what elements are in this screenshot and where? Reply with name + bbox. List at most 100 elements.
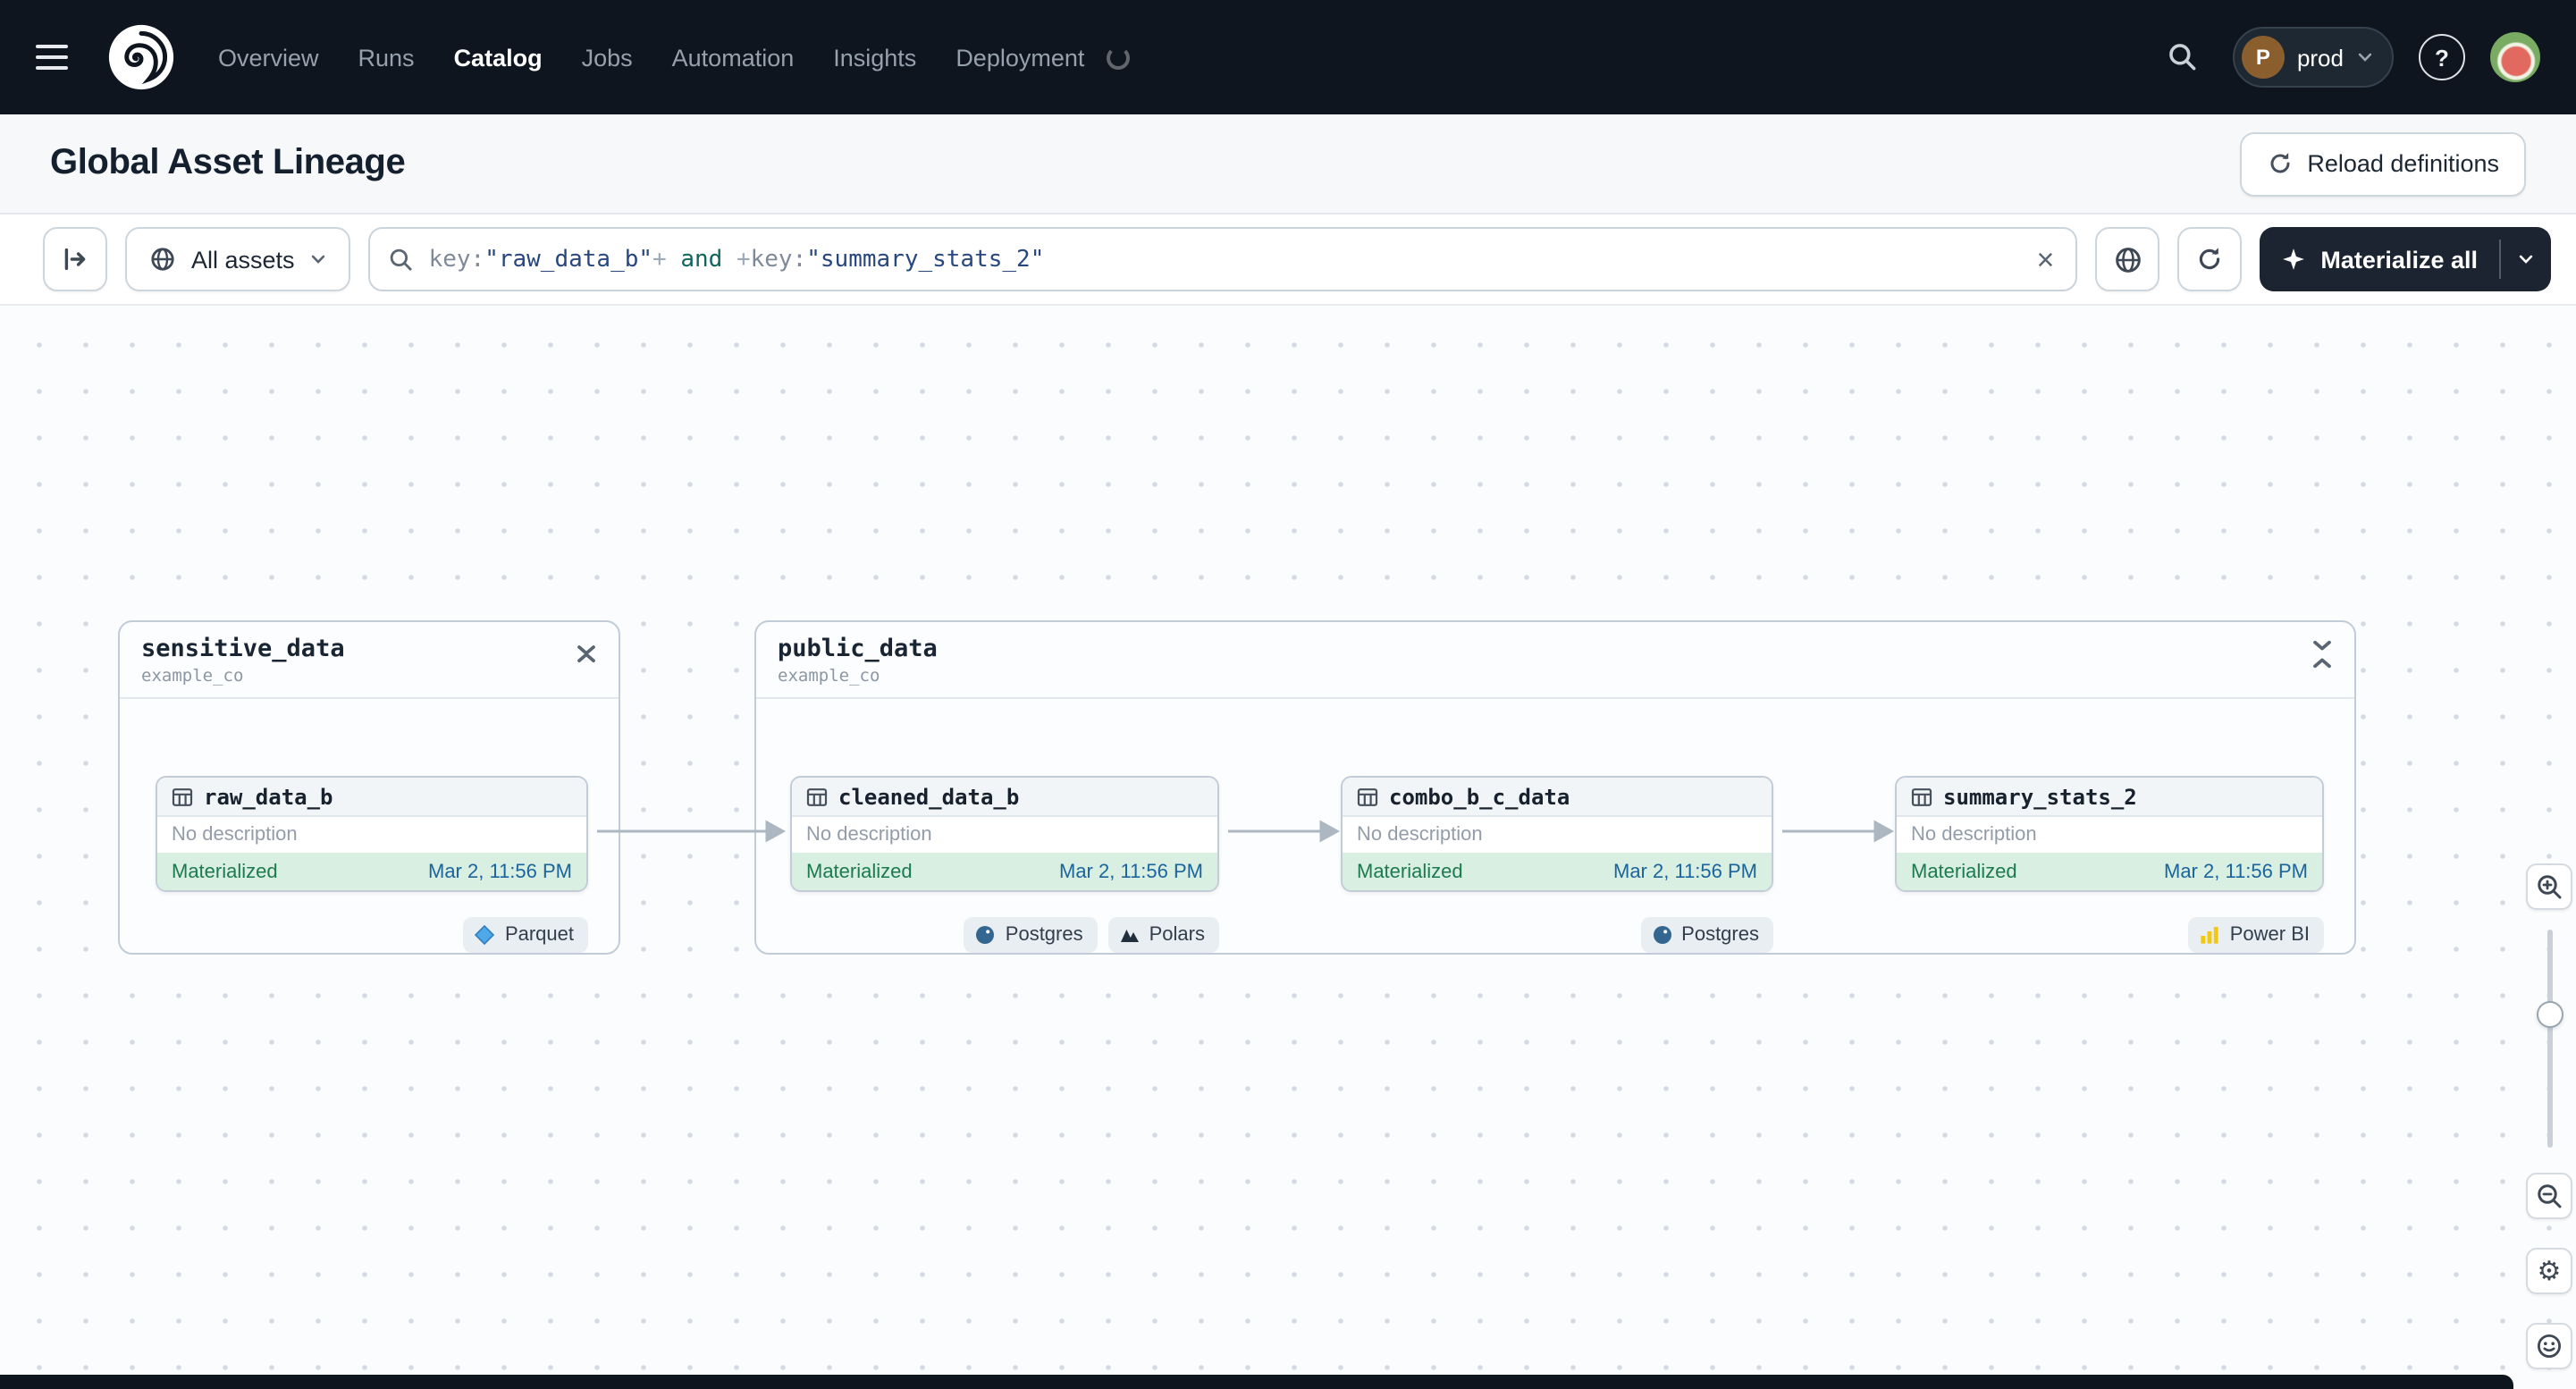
asset-materialization-timestamp[interactable]: Mar 2, 11:56 PM: [1059, 861, 1203, 882]
asset-group: sensitive_data example_co raw_data_b No …: [118, 620, 620, 955]
refresh-icon: [2200, 248, 2220, 270]
table-icon: [172, 787, 193, 805]
group-name: sensitive_data: [141, 635, 345, 663]
nav-item-overview[interactable]: Overview: [218, 44, 319, 71]
materialize-all-label: Materialize all: [2320, 246, 2478, 273]
smiley-face-icon: [2537, 1334, 2562, 1359]
parquet-icon: [475, 924, 496, 946]
page-header: Global Asset Lineage Reload definitions: [0, 114, 2576, 215]
graph-filter-globe-button[interactable]: [2095, 227, 2160, 291]
group-header[interactable]: sensitive_data example_co: [120, 622, 619, 699]
materialize-all-button[interactable]: Materialize all: [2260, 227, 2551, 291]
deployment-avatar: P: [2241, 36, 2285, 79]
asset-status: Materialized: [172, 861, 278, 882]
asset-materialization-timestamp[interactable]: Mar 2, 11:56 PM: [428, 861, 572, 882]
hamburger-menu-icon[interactable]: [36, 36, 79, 79]
sparkle-icon: [2283, 248, 2305, 270]
nav-item-deployment[interactable]: Deployment: [955, 44, 1084, 71]
group-header[interactable]: public_data example_co: [756, 622, 2354, 699]
asset-description: No description: [806, 824, 932, 846]
user-avatar[interactable]: [2490, 32, 2540, 82]
search-query-value: key:"raw_data_b"+ and +key:"summary_stat…: [428, 246, 1045, 273]
reload-icon: [2269, 153, 2289, 173]
search-icon[interactable]: [2158, 32, 2208, 82]
bottom-panel-edge[interactable]: [0, 1375, 2513, 1389]
toggle-sidebar-button[interactable]: [43, 227, 107, 291]
asset-name: combo_b_c_data: [1389, 784, 1570, 809]
postgres-icon: [1653, 926, 1671, 944]
nav-item-insights[interactable]: Insights: [833, 44, 916, 71]
collapse-group-icon[interactable]: [2308, 640, 2336, 669]
tag-postgres[interactable]: Postgres: [1640, 917, 1773, 953]
page-title: Global Asset Lineage: [50, 143, 406, 182]
asset-status-row: Materialized Mar 2, 11:56 PM: [1343, 853, 1772, 890]
asset-tag-row: Power BI: [1895, 917, 2324, 953]
clear-search-icon[interactable]: ×: [2033, 244, 2058, 274]
asset-description: No description: [1911, 824, 2037, 846]
reload-definitions-button[interactable]: Reload definitions: [2239, 131, 2526, 196]
help-button[interactable]: ?: [2419, 34, 2465, 80]
zoom-slider-handle[interactable]: [2536, 1001, 2563, 1028]
chevron-down-icon: [2358, 53, 2372, 62]
primary-nav: Overview Runs Catalog Jobs Automation In…: [218, 44, 1084, 71]
asset-tag-row: Parquet: [156, 917, 588, 953]
asset-materialization-timestamp[interactable]: Mar 2, 11:56 PM: [1613, 861, 1757, 882]
loading-spinner-icon: [1106, 46, 1130, 69]
asset-filter-label: All assets: [191, 246, 295, 273]
tag-postgres[interactable]: Postgres: [964, 917, 1098, 953]
asset-node[interactable]: raw_data_b No description Materialized M…: [156, 776, 588, 892]
materialize-options-button[interactable]: [2501, 227, 2551, 291]
asset-materialization-timestamp[interactable]: Mar 2, 11:56 PM: [2164, 861, 2308, 882]
lineage-canvas[interactable]: sensitive_data example_co raw_data_b No …: [0, 304, 2576, 1389]
polars-icon: [1120, 930, 1139, 942]
asset-description: No description: [172, 824, 298, 846]
nav-item-jobs[interactable]: Jobs: [582, 44, 633, 71]
asset-status-row: Materialized Mar 2, 11:56 PM: [157, 853, 586, 890]
nav-item-catalog[interactable]: Catalog: [454, 44, 543, 71]
collapse-group-icon[interactable]: [572, 640, 601, 669]
table-icon: [1357, 787, 1378, 805]
asset-node[interactable]: combo_b_c_data No description Materializ…: [1341, 776, 1773, 892]
asset-tag-row: Postgres: [1341, 917, 1773, 953]
search-icon: [390, 248, 412, 270]
group-code-location: example_co: [141, 667, 244, 686]
asset-status: Materialized: [1911, 861, 2017, 882]
tag-power-bi[interactable]: Power BI: [2188, 917, 2324, 953]
feedback-button[interactable]: [2526, 1323, 2572, 1369]
nav-item-automation[interactable]: Automation: [672, 44, 795, 71]
group-name: public_data: [778, 635, 938, 663]
asset-group: public_data example_co cleaned_data_b No…: [754, 620, 2356, 955]
top-navbar: Overview Runs Catalog Jobs Automation In…: [0, 0, 2576, 114]
refresh-button[interactable]: [2177, 227, 2243, 291]
tag-polars[interactable]: Polars: [1107, 917, 1219, 953]
nav-item-runs[interactable]: Runs: [358, 44, 415, 71]
group-code-location: example_co: [778, 667, 880, 686]
gear-icon: ⚙: [2537, 1257, 2562, 1287]
asset-status: Materialized: [806, 861, 913, 882]
asset-status-row: Materialized Mar 2, 11:56 PM: [792, 853, 1217, 890]
zoom-in-button[interactable]: [2526, 863, 2572, 910]
zoom-out-button[interactable]: [2526, 1173, 2572, 1219]
search-input[interactable]: key:"raw_data_b"+ and +key:"summary_stat…: [367, 227, 2078, 291]
asset-filter-dropdown[interactable]: All assets: [125, 227, 350, 291]
asset-name: summary_stats_2: [1943, 784, 2137, 809]
asset-status: Materialized: [1357, 861, 1463, 882]
zoom-out-icon: [2538, 1184, 2562, 1208]
asset-status-row: Materialized Mar 2, 11:56 PM: [1897, 853, 2322, 890]
zoom-slider-track[interactable]: [2547, 930, 2552, 1148]
deployment-label: prod: [2296, 44, 2344, 71]
globe-icon: [151, 248, 174, 271]
asset-node[interactable]: summary_stats_2 No description Materiali…: [1895, 776, 2324, 892]
asset-name: cleaned_data_b: [838, 784, 1020, 809]
lineage-toolbar: All assets key:"raw_data_b"+ and +key:"s…: [0, 215, 2576, 304]
dagster-logo-icon[interactable]: [107, 23, 175, 91]
asset-name: raw_data_b: [204, 784, 333, 809]
asset-node[interactable]: cleaned_data_b No description Materializ…: [790, 776, 1219, 892]
deployment-switcher[interactable]: P prod: [2232, 27, 2394, 88]
graph-settings-button[interactable]: ⚙: [2526, 1248, 2572, 1294]
table-icon: [806, 787, 828, 805]
tag-parquet[interactable]: Parquet: [463, 917, 588, 953]
panel-expand-icon: [64, 248, 86, 271]
chevron-down-icon: [311, 255, 324, 264]
reload-definitions-label: Reload definitions: [2307, 150, 2499, 177]
